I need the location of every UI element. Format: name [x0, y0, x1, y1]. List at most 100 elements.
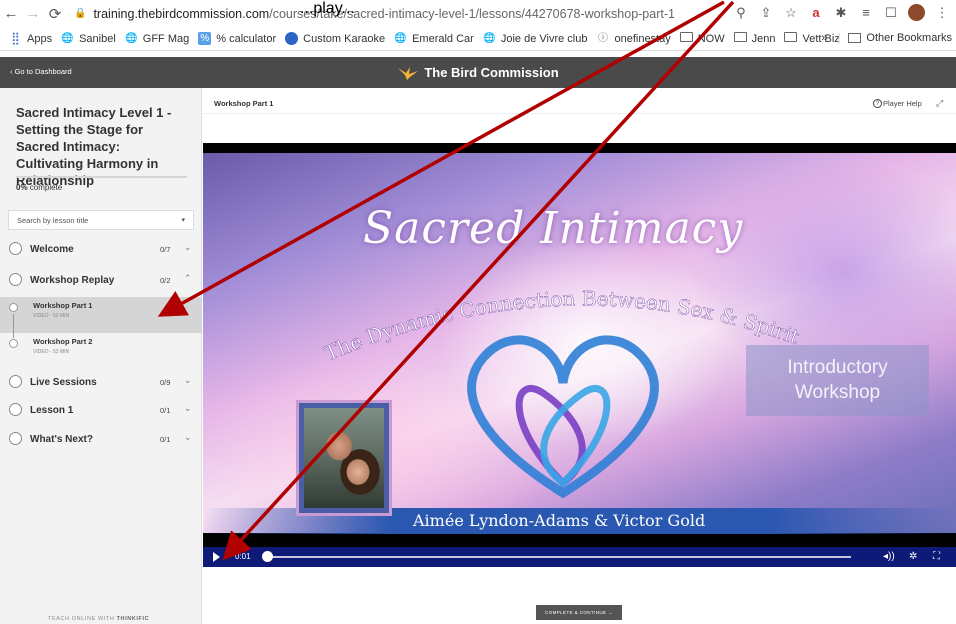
address-bar[interactable]: 🔒 training.thebirdcommission.com/courses… — [74, 7, 675, 21]
video-controls: 0:01 ◂)) ✲ ⛶ — [203, 547, 956, 567]
bookmark-apps[interactable]: ⣿ Apps — [9, 32, 52, 45]
bookmark-label: Jenn — [751, 32, 776, 45]
bookmark-onefinestay[interactable]: ⓘ onefinestay — [596, 32, 671, 45]
chapter-count: 0/1 — [160, 435, 171, 444]
chapter-live-sessions[interactable]: Live Sessions 0/9 ⌄ — [0, 369, 202, 395]
bookmark-label: Sanibel — [79, 32, 116, 45]
fullscreen-icon[interactable]: ⛶ — [933, 551, 940, 562]
chapter-count: 0/2 — [160, 276, 171, 285]
chapter-status-circle — [9, 375, 22, 388]
more-bookmarks-chevron-icon[interactable]: » — [821, 32, 827, 44]
brand-logo[interactable]: The Bird Commission — [397, 65, 559, 81]
lesson-workshop-part-1[interactable]: Workshop Part 1 VIDEO · 50 MIN — [0, 297, 202, 333]
chapter-count: 0/7 — [160, 245, 171, 254]
search-placeholder: Search by lesson title — [17, 216, 89, 225]
bookmark-gff-mag[interactable]: 🌐 GFF Mag — [125, 32, 189, 45]
bookmark-star-icon[interactable]: ☆ — [783, 5, 799, 21]
chapter-whats-next[interactable]: What's Next? 0/1 ⌄ — [0, 426, 202, 452]
side-panel-icon[interactable]: ☐ — [883, 5, 899, 21]
progress-percent: 0% — [16, 183, 28, 192]
seek-handle[interactable] — [262, 551, 273, 562]
bookmark-joie-de-vivre[interactable]: 🌐 Joie de Vivre club — [483, 32, 588, 45]
bookmark-calculator[interactable]: % % calculator — [198, 32, 276, 45]
lesson-status-circle — [9, 339, 18, 348]
site-icon: ⓘ — [597, 33, 608, 44]
chapter-title: Lesson 1 — [30, 405, 74, 416]
dropdown-caret-icon: ▾ — [181, 217, 185, 224]
annotation-caption: ...play... — [300, 0, 355, 18]
url-domain: training.thebirdcommission.com — [93, 6, 270, 21]
progress-label: complete — [29, 183, 63, 192]
browser-toolbar-icons: ⚲ ⇪ ☆ a ✱ ≡ ☐ ⋮ — [733, 4, 950, 21]
video-player[interactable]: Sacred Intimacy The Dynamic Connection B… — [203, 143, 956, 567]
bookmark-emerald-car[interactable]: 🌐 Emerald Car — [394, 32, 474, 45]
share-icon[interactable]: ⇪ — [758, 5, 774, 21]
seek-bar[interactable] — [267, 556, 851, 558]
lesson-title: Workshop Part 1 — [33, 301, 93, 310]
globe-icon: 🌐 — [61, 33, 74, 44]
lesson-search-select[interactable]: Search by lesson title ▾ — [8, 210, 194, 230]
calculator-icon: % — [198, 32, 212, 45]
go-to-dashboard-link[interactable]: ‹ Go to Dashboard — [10, 67, 72, 76]
reading-list-icon[interactable]: ≡ — [858, 5, 874, 20]
chapter-title: What's Next? — [30, 434, 93, 445]
volume-icon[interactable]: ◂)) — [883, 551, 895, 562]
chevron-down-icon: ⌄ — [184, 242, 192, 252]
extensions-puzzle-icon[interactable]: ✱ — [833, 5, 849, 21]
player-help-link[interactable]: ? Player Help — [873, 99, 922, 108]
bookmark-sanibel[interactable]: 🌐 Sanibel — [61, 32, 116, 45]
forward-arrow-icon[interactable]: → — [22, 5, 44, 22]
caption-text: ...play... — [300, 0, 355, 17]
chapter-welcome[interactable]: Welcome 0/7 ⌄ — [0, 236, 202, 262]
fullscreen-expand-icon[interactable]: ⤢ — [936, 98, 943, 109]
chapter-title: Workshop Replay — [30, 275, 115, 286]
chevron-down-icon: ⌄ — [184, 375, 192, 385]
play-icon[interactable] — [213, 552, 220, 562]
zoom-icon[interactable]: ⚲ — [733, 5, 749, 21]
back-arrow-icon[interactable]: ← — [0, 5, 22, 22]
lesson-workshop-part-2[interactable]: Workshop Part 2 VIDEO · 53 MIN — [0, 333, 202, 369]
chapter-status-circle — [9, 432, 22, 445]
lesson-title: Workshop Part 2 — [33, 337, 93, 346]
lesson-header: Workshop Part 1 ? Player Help ⤢ — [203, 96, 956, 114]
site-header: ‹ Go to Dashboard The Bird Commission — [0, 57, 956, 88]
footer-prefix: TEACH ONLINE WITH — [48, 616, 115, 622]
profile-avatar[interactable] — [908, 4, 925, 21]
presenter-photo-frame — [296, 400, 392, 516]
chapter-workshop-replay[interactable]: Workshop Replay 0/2 ⌃ — [0, 267, 202, 293]
bookmark-label: NOW — [697, 32, 725, 45]
question-icon: ? — [873, 99, 882, 108]
amazon-extension-icon[interactable]: a — [808, 5, 824, 20]
bookmarks-right: » | Other Bookmarks — [821, 32, 952, 44]
apps-grid-icon: ⣿ — [11, 31, 20, 45]
chapter-status-circle — [9, 403, 22, 416]
bookmark-label: Joie de Vivre club — [500, 32, 588, 45]
bookmark-label: Apps — [27, 32, 53, 45]
presenters-photo — [304, 408, 384, 508]
other-bookmarks[interactable]: Other Bookmarks — [866, 32, 952, 44]
introductory-workshop-box: Introductory Workshop — [746, 345, 929, 416]
settings-gear-icon[interactable]: ✲ — [909, 551, 917, 562]
bookmark-karaoke[interactable]: Custom Karaoke — [285, 32, 385, 45]
brand-name: The Bird Commission — [424, 65, 559, 80]
folder-icon — [784, 32, 798, 45]
video-frame: Sacred Intimacy The Dynamic Connection B… — [203, 153, 956, 534]
bookmark-jenn[interactable]: Jenn — [733, 32, 776, 45]
bookmarks-bar: ⣿ Apps 🌐 Sanibel 🌐 GFF Mag % % calculator Cu… — [0, 27, 956, 51]
lesson-status-circle — [9, 303, 18, 312]
complete-and-continue-button[interactable]: COMPLETE & CONTINUE → — [536, 605, 622, 620]
bookmark-now[interactable]: NOW — [679, 32, 725, 45]
bookmark-label: Emerald Car — [412, 32, 474, 45]
intro-line-2: Workshop — [794, 382, 881, 403]
thinkific-footer[interactable]: TEACH ONLINE WITH THINKIFIC — [48, 616, 149, 622]
menu-kebab-icon[interactable]: ⋮ — [934, 5, 950, 21]
footer-brand: THINKIFIC — [116, 616, 150, 622]
globe-icon: 🌐 — [483, 33, 496, 44]
chapter-lesson-1[interactable]: Lesson 1 0/1 ⌄ — [0, 397, 202, 423]
globe-icon: 🌐 — [394, 33, 407, 44]
chapter-status-circle — [9, 273, 22, 286]
bookmark-label: % calculator — [216, 32, 277, 45]
reload-icon[interactable]: ⟳ — [44, 5, 66, 23]
bird-logo-icon — [398, 66, 419, 80]
chevron-down-icon: ⌄ — [184, 403, 192, 413]
